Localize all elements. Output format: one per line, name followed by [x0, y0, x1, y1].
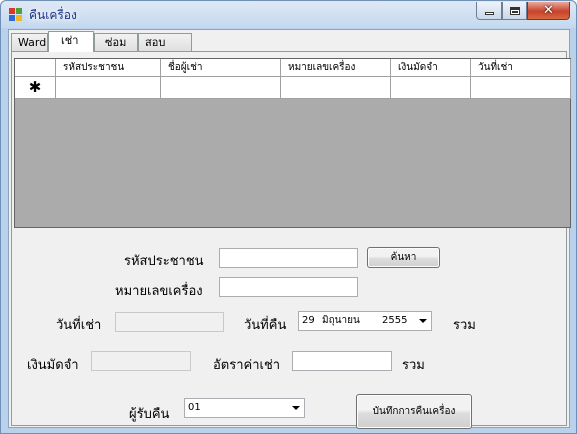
- device-no-input[interactable]: [219, 277, 358, 297]
- save-return-button[interactable]: บันทึกการคืนเครื่อง: [356, 394, 472, 429]
- column-header-renter-name[interactable]: ชื่อผู้เช่า: [161, 59, 281, 77]
- tab-calibration[interactable]: สอบเทียบ: [138, 33, 192, 66]
- rent-date-input: [115, 312, 224, 332]
- grid-cell[interactable]: [281, 77, 391, 99]
- grid-cell[interactable]: [161, 77, 281, 99]
- column-header-deposit[interactable]: เงินมัดจำ: [391, 59, 471, 77]
- return-date-day: 29: [302, 315, 315, 326]
- rental-grid[interactable]: รหัสประชาชน ชื่อผู้เช่า หมายเลขเครื่อง เ…: [14, 58, 571, 228]
- grid-cell[interactable]: [56, 77, 161, 99]
- app-icon: [9, 8, 23, 22]
- receiver-value: 01: [188, 402, 201, 413]
- column-header-rent-date[interactable]: วันที่เช่า: [471, 59, 571, 77]
- minimize-icon: [484, 12, 494, 15]
- window-title: คืนเครื่อง: [29, 8, 77, 22]
- receiver-select[interactable]: 01: [184, 398, 305, 418]
- maximize-icon: [509, 6, 520, 15]
- column-header-citizen-id[interactable]: รหัสประชาชน: [56, 59, 161, 77]
- minimize-button[interactable]: [476, 2, 502, 20]
- title-bar[interactable]: คืนเครื่อง ✕: [1, 1, 576, 28]
- grid-cell[interactable]: [471, 77, 571, 99]
- return-date-year: 2555: [382, 315, 408, 326]
- column-header-device-no[interactable]: หมายเลขเครื่อง: [281, 59, 391, 77]
- client-area: Ward เช่า ซ่อม สอบเทียบ รหัสประชาชน ชื่อ…: [8, 29, 571, 429]
- chevron-down-icon[interactable]: [292, 406, 300, 410]
- deposit-input: [91, 351, 191, 371]
- return-date-label: วันที่คืน: [244, 318, 287, 333]
- return-date-month: มิถุนายน: [322, 315, 360, 326]
- return-date-picker[interactable]: 29 มิถุนายน 2555: [298, 311, 432, 331]
- grid-corner: [15, 59, 56, 77]
- receiver-label: ผู้รับคืน: [129, 407, 170, 422]
- search-button[interactable]: ค้นหา: [367, 247, 440, 268]
- device-no-label: หมายเลขเครื่อง: [115, 284, 203, 299]
- rental-rate-label: อัตราค่าเช่า: [213, 358, 281, 373]
- tab-panel-rent: รหัสประชาชน ชื่อผู้เช่า หมายเลขเครื่อง เ…: [11, 51, 571, 429]
- grid-new-row[interactable]: ✱: [15, 77, 571, 99]
- maximize-button[interactable]: [502, 2, 527, 20]
- tab-rent[interactable]: เช่า: [48, 31, 94, 52]
- rent-date-label: วันที่เช่า: [56, 318, 102, 333]
- citizen-id-label: รหัสประชาชน: [124, 254, 204, 269]
- app-window: คืนเครื่อง ✕ Ward เช่า ซ่อม สอบเทียบ รหั…: [0, 0, 577, 434]
- total-label-1: รวม: [453, 318, 476, 333]
- grid-header: รหัสประชาชน ชื่อผู้เช่า หมายเลขเครื่อง เ…: [15, 59, 571, 77]
- tab-ward[interactable]: Ward: [11, 33, 48, 52]
- deposit-label: เงินมัดจำ: [27, 358, 79, 373]
- citizen-id-input[interactable]: [219, 248, 358, 268]
- chevron-down-icon[interactable]: [419, 319, 427, 323]
- tab-strip: Ward เช่า ซ่อม สอบเทียบ: [11, 31, 192, 66]
- rental-rate-input[interactable]: [292, 351, 392, 371]
- close-button[interactable]: ✕: [527, 2, 570, 20]
- total-label-2: รวม: [402, 358, 425, 373]
- tab-repair[interactable]: ซ่อม: [94, 33, 138, 52]
- close-icon: ✕: [543, 2, 554, 18]
- new-row-marker: ✱: [15, 77, 56, 99]
- grid-cell[interactable]: [391, 77, 471, 99]
